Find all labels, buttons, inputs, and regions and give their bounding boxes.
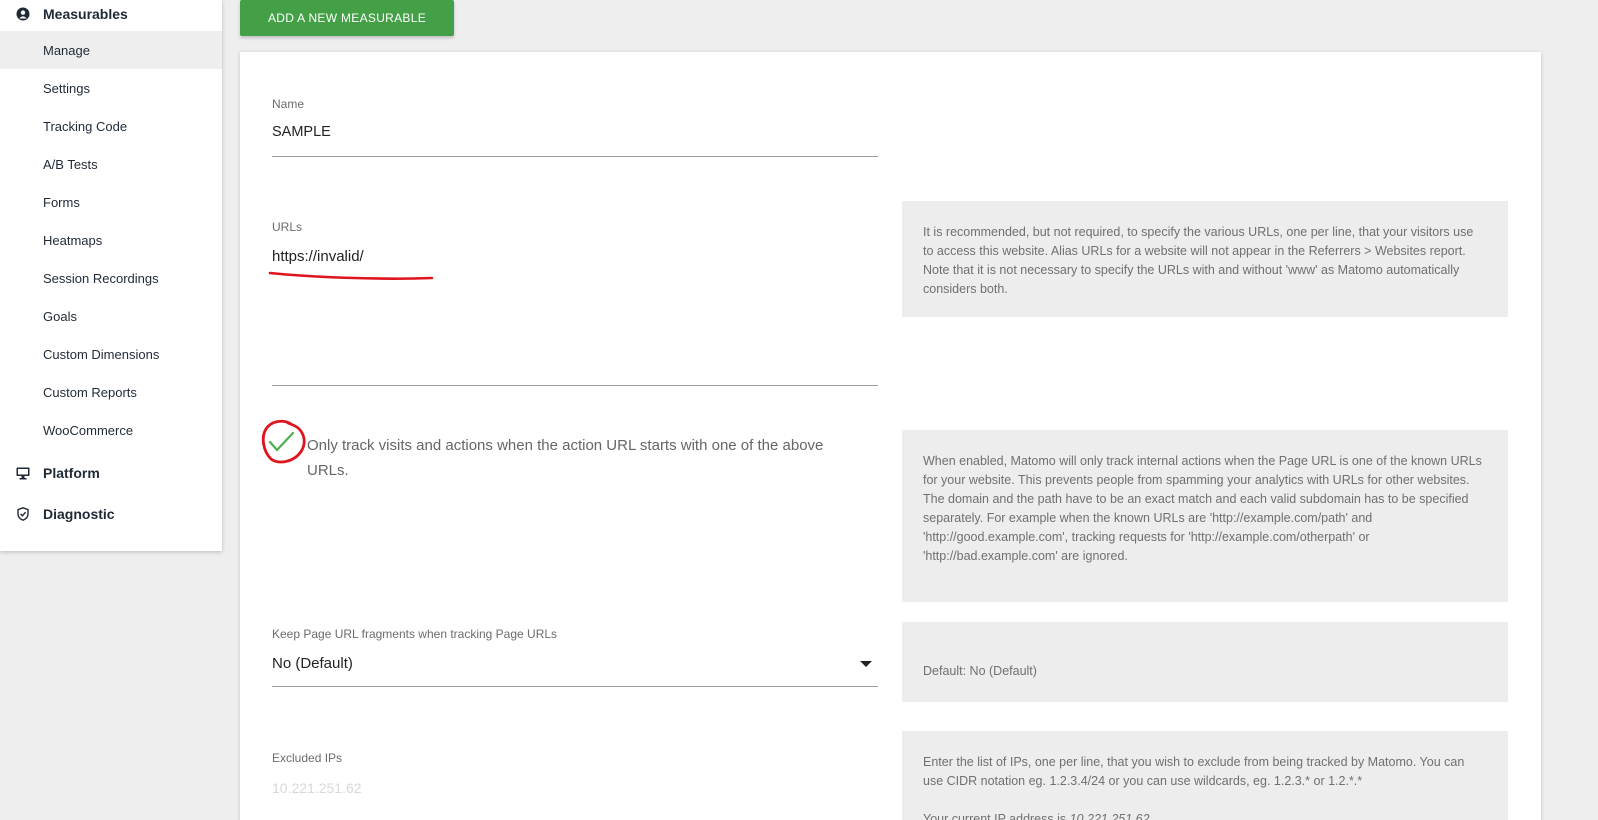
fragments-field-underline — [272, 686, 878, 687]
fragments-help-box: Default: No (Default) — [902, 622, 1508, 702]
excluded-ips-help-box: Enter the list of IPs, one per line, tha… — [902, 731, 1508, 820]
current-ip-prefix: Your current IP address is — [923, 812, 1070, 820]
sidebar-item-session-recordings[interactable]: Session Recordings — [0, 259, 222, 297]
sidebar-section-measurables[interactable]: Measurables — [0, 0, 222, 29]
red-underline-annotation — [268, 271, 434, 280]
fragments-help-text: Default: No (Default) — [923, 664, 1037, 678]
sidebar-item-ab-tests[interactable]: A/B Tests — [0, 145, 222, 183]
sidebar-section-label: Diagnostic — [43, 506, 115, 522]
excluded-ips-field-label: Excluded IPs — [272, 751, 343, 765]
name-field-underline — [272, 156, 878, 157]
sidebar-item-label: Session Recordings — [43, 270, 159, 286]
caret-down-icon[interactable] — [860, 661, 872, 669]
sidebar-item-label: Goals — [43, 308, 77, 324]
person-circle-icon — [16, 7, 30, 21]
name-field-label: Name — [272, 97, 305, 111]
only-track-help-text-2: The domain and the path have to be an ex… — [923, 492, 1469, 563]
only-track-label[interactable]: Only track visits and actions when the a… — [307, 434, 877, 483]
only-track-label-line2: URLs. — [307, 461, 349, 479]
sidebar-item-woocommerce[interactable]: WooCommerce — [0, 411, 222, 449]
urls-field-label: URLs — [272, 220, 303, 234]
sidebar-item-settings[interactable]: Settings — [0, 69, 222, 107]
sidebar-item-goals[interactable]: Goals — [0, 297, 222, 335]
sidebar-section-diagnostic[interactable]: Diagnostic — [0, 499, 222, 529]
sidebar-item-tracking-code[interactable]: Tracking Code — [0, 107, 222, 145]
sidebar-item-label: Manage — [43, 42, 90, 58]
excluded-ips-textarea[interactable]: 10.221.251.62 — [272, 780, 362, 796]
sidebar-section-platform[interactable]: Platform — [0, 458, 222, 488]
sidebar: Measurables Manage Settings Tracking Cod… — [0, 0, 222, 551]
add-measurable-button[interactable]: ADD A NEW MEASURABLE — [240, 0, 454, 36]
sidebar-item-custom-dimensions[interactable]: Custom Dimensions — [0, 335, 222, 373]
sidebar-item-label: WooCommerce — [43, 422, 134, 438]
sidebar-item-label: Forms — [43, 194, 80, 210]
urls-help-text: It is recommended, but not required, to … — [923, 225, 1474, 296]
only-track-help-box: When enabled, Matomo will only track int… — [902, 430, 1508, 602]
sidebar-item-label: A/B Tests — [43, 156, 98, 172]
sidebar-item-label: Tracking Code — [43, 118, 128, 134]
sidebar-section-label: Measurables — [43, 6, 128, 22]
sidebar-item-custom-reports[interactable]: Custom Reports — [0, 373, 222, 411]
sidebar-section-label: Platform — [43, 465, 100, 481]
sidebar-item-manage[interactable]: Manage — [0, 31, 222, 69]
shield-check-icon — [16, 507, 30, 521]
urls-help-box: It is recommended, but not required, to … — [902, 201, 1508, 317]
sidebar-item-heatmaps[interactable]: Heatmaps — [0, 221, 222, 259]
only-track-label-line1: Only track visits and actions when the a… — [307, 437, 824, 454]
sidebar-item-label: Heatmaps — [43, 232, 103, 248]
urls-field-underline — [272, 385, 878, 386]
name-field[interactable]: SAMPLE — [272, 124, 331, 140]
sidebar-item-label: Settings — [43, 80, 90, 96]
excluded-ips-help-text: Enter the list of IPs, one per line, tha… — [923, 755, 1465, 788]
current-ip-value: 10.221.251.62 — [1069, 812, 1150, 820]
sidebar-item-label: Custom Dimensions — [43, 346, 160, 362]
sidebar-item-label: Custom Reports — [43, 384, 137, 400]
only-track-help-text-1: When enabled, Matomo will only track int… — [923, 454, 1482, 487]
urls-textarea[interactable]: https://invalid/ — [272, 248, 364, 265]
checkmark-icon — [268, 431, 295, 452]
fragments-select[interactable]: No (Default) — [272, 655, 353, 672]
sidebar-item-forms[interactable]: Forms — [0, 183, 222, 221]
current-ip-text: Your current IP address is 10.221.251.62 — [923, 810, 1487, 820]
monitor-icon — [16, 466, 30, 480]
fragments-field-label: Keep Page URL fragments when tracking Pa… — [272, 627, 558, 641]
